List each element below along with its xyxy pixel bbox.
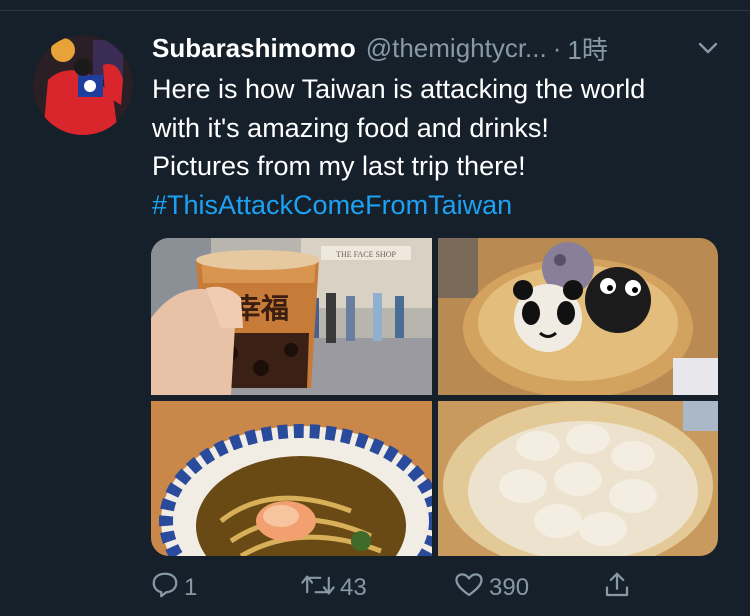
like-icon [453, 570, 489, 607]
retweet-count: 43 [340, 574, 367, 601]
media-image-soup-dumplings[interactable] [438, 401, 718, 556]
media-image-noodle-soup[interactable] [151, 401, 432, 556]
tweet-line: Pictures from my last trip there! [152, 151, 526, 181]
like-count: 390 [489, 574, 530, 601]
shop-sign-text: THE FACE SHOP [336, 250, 396, 259]
reply-icon [150, 570, 184, 607]
tweet-text: Here is how Taiwan is attacking the worl… [152, 70, 732, 224]
chevron-down-icon[interactable] [696, 36, 720, 60]
media-grid: THE FACE SHOP 幸福 [151, 238, 718, 556]
user-handle[interactable]: @themightycr... [366, 33, 547, 64]
retweet-icon [300, 570, 340, 607]
share-icon [602, 570, 636, 607]
retweet-button[interactable]: 43 [300, 568, 367, 608]
reply-button[interactable]: 1 [150, 568, 197, 608]
media-image-bubble-tea[interactable]: THE FACE SHOP 幸福 [151, 238, 432, 395]
separator-dot: · [552, 32, 562, 63]
tweet-line: Here is how Taiwan is attacking the worl… [152, 74, 646, 104]
divider [0, 10, 750, 11]
display-name[interactable]: Subarashimomo [152, 33, 356, 64]
media-image-panda-buns[interactable] [438, 238, 718, 395]
share-button[interactable] [602, 568, 636, 608]
avatar[interactable] [33, 35, 133, 135]
hashtag-link[interactable]: #ThisAttackComeFromTaiwan [152, 186, 732, 225]
tweet-line: with it's amazing food and drinks! [152, 112, 549, 143]
reply-count: 1 [184, 574, 198, 601]
tweet-actions: 1 43 390 [150, 568, 710, 608]
timestamp[interactable]: 1時 [567, 30, 607, 67]
like-button[interactable]: 390 [453, 568, 529, 608]
tweet-header: Subarashimomo @themightycr... · 1時 [152, 30, 732, 66]
